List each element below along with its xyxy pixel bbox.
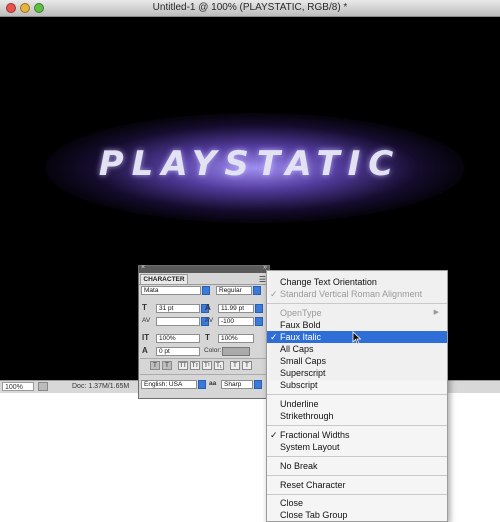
character-panel-menu: Change Text Orientation ✓ Standard Verti… bbox=[266, 270, 448, 522]
underline-button[interactable]: T bbox=[230, 361, 240, 370]
menu-item-fractional-widths[interactable]: ✓ Fractional Widths bbox=[267, 429, 447, 441]
menu-item-change-text-orientation[interactable]: Change Text Orientation bbox=[267, 276, 447, 288]
strikethrough-button[interactable]: T bbox=[242, 361, 252, 370]
tracking-field[interactable]: -100 bbox=[218, 317, 254, 326]
font-family-dropdown-icon[interactable] bbox=[202, 286, 210, 295]
menu-item-faux-bold[interactable]: Faux Bold bbox=[267, 319, 447, 331]
superscript-button[interactable]: T¹ bbox=[202, 361, 212, 370]
leading-field[interactable]: 11.99 pt bbox=[218, 304, 254, 313]
menu-separator bbox=[267, 456, 447, 457]
kerning-field[interactable] bbox=[156, 317, 200, 326]
panel-menu-icon[interactable]: ☰ bbox=[259, 275, 266, 284]
menu-separator bbox=[267, 425, 447, 426]
menu-item-opentype: OpenType ▶ bbox=[280, 308, 439, 318]
all-caps-button[interactable]: TT bbox=[178, 361, 188, 370]
language-dropdown-icon[interactable] bbox=[198, 380, 206, 389]
menu-separator bbox=[267, 303, 447, 304]
tab-divider bbox=[139, 284, 269, 285]
leading-dropdown-icon[interactable] bbox=[255, 304, 263, 313]
font-style-dropdown-icon[interactable] bbox=[253, 286, 261, 295]
menu-item-strikethrough[interactable]: Strikethrough bbox=[267, 410, 447, 422]
logo-text: PLAYSTATIC bbox=[98, 144, 402, 184]
panel-divider bbox=[140, 358, 268, 359]
color-label: Color: bbox=[204, 347, 222, 354]
menu-separator bbox=[267, 494, 447, 495]
antialias-icon: aa bbox=[209, 380, 217, 387]
title-bar[interactable]: Untitled-1 @ 100% (PLAYSTATIC, RGB/8) * bbox=[0, 0, 500, 17]
language-field[interactable]: English: USA bbox=[141, 380, 197, 389]
horizontal-scale-field[interactable]: 100% bbox=[218, 334, 254, 343]
font-size-icon: T bbox=[142, 303, 147, 312]
vertical-scale-icon: IT bbox=[142, 333, 150, 342]
menu-item-close-tab-group[interactable]: Close Tab Group bbox=[267, 509, 447, 521]
checkmark-icon: ✓ bbox=[270, 332, 278, 342]
tracking-icon: AV bbox=[205, 317, 214, 324]
font-size-field[interactable]: 31 pt bbox=[156, 304, 200, 313]
menu-item-system-layout[interactable]: System Layout bbox=[267, 441, 447, 453]
tracking-dropdown-icon[interactable] bbox=[255, 317, 263, 326]
font-style-field[interactable]: Regular bbox=[216, 286, 252, 295]
status-menu-icon[interactable] bbox=[38, 382, 48, 391]
color-swatch[interactable] bbox=[222, 347, 250, 356]
leading-icon: A bbox=[205, 303, 211, 312]
menu-item-small-caps[interactable]: Small Caps bbox=[267, 355, 447, 367]
menu-item-standard-vertical-roman-alignment: ✓ Standard Vertical Roman Alignment bbox=[270, 289, 423, 299]
panel-header-bar[interactable]: × » bbox=[139, 264, 269, 273]
menu-separator bbox=[267, 394, 447, 395]
menu-item-no-break[interactable]: No Break bbox=[267, 460, 447, 472]
menu-separator bbox=[267, 475, 447, 476]
mouse-pointer-icon bbox=[352, 331, 362, 345]
antialias-dropdown-icon[interactable] bbox=[254, 380, 262, 389]
panel-close-icon[interactable]: × bbox=[141, 264, 145, 271]
faux-bold-button[interactable]: T bbox=[150, 361, 160, 370]
menu-item-subscript[interactable]: Subscript bbox=[267, 379, 447, 391]
checkmark-icon: ✓ bbox=[270, 289, 278, 299]
checkmark-icon: ✓ bbox=[270, 430, 278, 440]
menu-item-underline[interactable]: Underline bbox=[267, 398, 447, 410]
baseline-shift-field[interactable]: 0 pt bbox=[156, 347, 200, 356]
small-caps-button[interactable]: Tт bbox=[190, 361, 200, 370]
menu-item-reset-character[interactable]: Reset Character bbox=[267, 479, 447, 491]
submenu-arrow-icon: ▶ bbox=[433, 309, 439, 316]
kerning-icon: AV bbox=[142, 317, 151, 324]
menu-item-superscript[interactable]: Superscript bbox=[267, 367, 447, 379]
subscript-button[interactable]: T₁ bbox=[214, 361, 224, 370]
faux-italic-button[interactable]: T bbox=[162, 361, 172, 370]
menu-item-close[interactable]: Close bbox=[267, 497, 447, 509]
baseline-shift-icon: A bbox=[142, 346, 148, 355]
panel-divider-bottom bbox=[140, 374, 268, 375]
antialias-field[interactable]: Sharp bbox=[221, 380, 253, 389]
zoom-level-field[interactable]: 100% bbox=[2, 382, 34, 391]
horizontal-scale-icon: T bbox=[205, 333, 210, 342]
window-title: Untitled-1 @ 100% (PLAYSTATIC, RGB/8) * bbox=[152, 2, 348, 13]
vertical-scale-field[interactable]: 100% bbox=[156, 334, 200, 343]
document-info: Doc: 1.37M/1.65M bbox=[72, 383, 130, 390]
font-family-field[interactable]: Mata bbox=[141, 286, 201, 295]
